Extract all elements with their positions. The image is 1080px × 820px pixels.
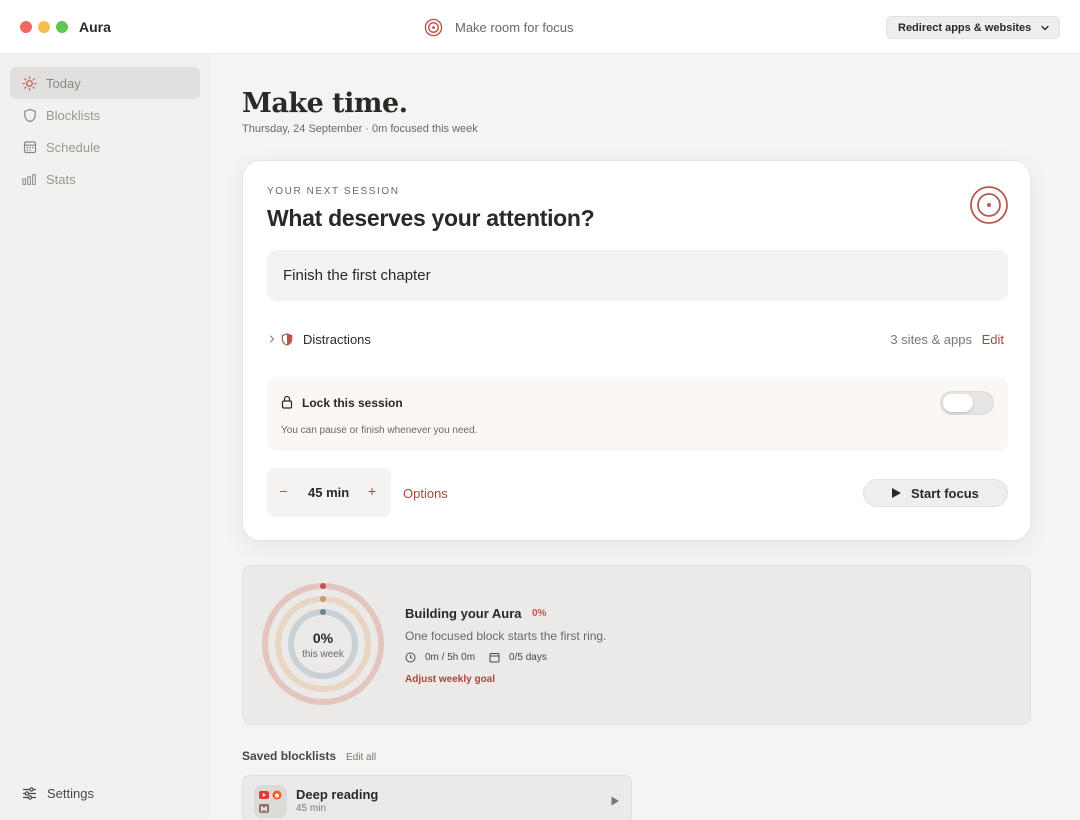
sidebar-item-label: Schedule <box>46 139 101 155</box>
decrease-duration-button[interactable]: – <box>280 483 287 498</box>
session-title: What deserves your attention? <box>267 205 595 231</box>
session-eyebrow: YOUR NEXT SESSION <box>267 186 400 197</box>
duration-value: 45 min <box>308 485 350 500</box>
bar-chart-icon <box>22 173 36 185</box>
shield-icon <box>281 332 293 346</box>
session-task-input[interactable] <box>267 250 1008 301</box>
sliders-icon <box>22 787 37 800</box>
sidebar-item-settings[interactable]: Settings <box>22 786 94 801</box>
chevron-right-icon <box>269 335 275 343</box>
lock-subtitle: You can pause or finish whenever you nee… <box>281 425 478 436</box>
sidebar-item-label: Today <box>46 75 81 91</box>
increase-duration-button[interactable]: + <box>368 483 376 499</box>
redirect-label: Redirect apps & websites <box>898 21 1032 34</box>
play-icon <box>892 488 901 498</box>
start-focus-label: Start focus <box>911 485 979 501</box>
aura-title: Building your Aura <box>405 606 522 621</box>
calendar-icon <box>489 653 500 663</box>
distractions-row[interactable]: Distractions 3 sites & apps Edit <box>267 329 1008 349</box>
sidebar-item-label: Blocklists <box>46 107 101 123</box>
calendar-icon <box>23 141 36 154</box>
duration-stepper: – 45 min + <box>267 468 391 517</box>
sidebar-item-schedule[interactable]: Schedule <box>10 131 200 163</box>
edit-distractions-link[interactable]: Edit <box>982 332 1004 347</box>
clock-icon <box>405 652 416 663</box>
sidebar-item-blocklists[interactable]: Blocklists <box>10 99 200 131</box>
toggle-knob <box>943 394 973 412</box>
blocklist-card[interactable]: M Deep reading 45 min <box>242 775 632 820</box>
window-title-text: Make room for focus <box>455 19 574 35</box>
target-icon <box>424 18 443 36</box>
lock-icon <box>281 395 293 409</box>
sun-icon <box>22 75 37 91</box>
main-content: Make time. Thursday, 24 September · 0m f… <box>210 54 1080 820</box>
sidebar-item-label: Stats <box>46 171 76 187</box>
lock-session-panel: Lock this session You can pause or finis… <box>267 377 1008 451</box>
blocklist-duration: 45 min <box>296 803 327 814</box>
zoom-window-button[interactable] <box>56 21 68 33</box>
blocklist-title: Deep reading <box>296 787 379 802</box>
title-bar: Aura Make room for focus Redirect apps &… <box>0 0 1080 54</box>
app-letter: M <box>261 806 268 814</box>
aura-percent-badge: 0% <box>532 608 547 619</box>
distractions-count: 3 sites & apps <box>890 331 972 347</box>
window-title: Make room for focus <box>424 17 574 37</box>
play-icon[interactable] <box>610 796 620 806</box>
redirect-apps-dropdown[interactable]: Redirect apps & websites <box>886 16 1060 39</box>
target-icon <box>970 186 1008 224</box>
ring-subtitle: this week <box>302 649 344 660</box>
aura-progress-panel: 0% this week Building your Aura 0% One f… <box>242 565 1031 725</box>
page-title: Make time. <box>242 88 408 119</box>
start-focus-button[interactable]: Start focus <box>863 479 1008 507</box>
aura-subtitle: One focused block starts the first ring. <box>405 629 607 643</box>
sidebar: Today Blocklists Schedule Stats Settings <box>0 54 210 820</box>
sidebar-item-stats[interactable]: Stats <box>10 163 200 195</box>
adjust-weekly-goal-link[interactable]: Adjust weekly goal <box>405 674 495 685</box>
saved-blocklists-header: Saved blocklists Edit all <box>242 749 376 763</box>
settings-label: Settings <box>47 786 94 801</box>
sidebar-item-today[interactable]: Today <box>10 67 200 99</box>
edit-all-link[interactable]: Edit all <box>346 752 376 763</box>
ring-percent: 0% <box>312 630 334 646</box>
chevron-down-icon <box>1041 25 1049 31</box>
options-link[interactable]: Options <box>403 486 448 501</box>
distractions-label: Distractions <box>303 331 371 347</box>
date-summary: Thursday, 24 September · 0m focused this… <box>242 123 478 135</box>
saved-blocklists-title: Saved blocklists <box>242 749 337 763</box>
lock-title: Lock this session <box>302 396 403 410</box>
shield-icon <box>23 108 36 122</box>
lock-session-toggle[interactable] <box>940 391 994 415</box>
app-name: Aura <box>79 19 111 35</box>
blocklist-app-icons: M <box>254 785 287 818</box>
days-meta: 0/5 days <box>509 652 547 663</box>
close-window-button[interactable] <box>20 21 32 33</box>
next-session-card: YOUR NEXT SESSION What deserves your att… <box>242 160 1031 541</box>
minimize-window-button[interactable] <box>38 21 50 33</box>
time-meta: 0m / 5h 0m <box>425 652 476 663</box>
aura-meta: 0m / 5h 0m 0/5 days <box>405 652 547 663</box>
